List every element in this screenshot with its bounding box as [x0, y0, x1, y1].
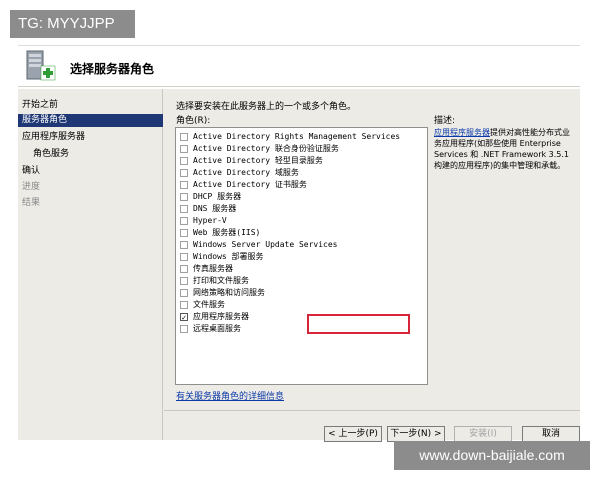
highlight-annotation	[307, 314, 410, 334]
role-label: DHCP 服务器	[193, 192, 242, 201]
more-info-link[interactable]: 有关服务器角色的详细信息	[176, 389, 284, 402]
checkbox[interactable]	[180, 229, 188, 237]
role-item[interactable]: Active Directory Rights Management Servi…	[180, 131, 400, 143]
role-label: 传真服务器	[193, 264, 233, 273]
role-item[interactable]: 打印和文件服务	[180, 275, 249, 287]
role-item[interactable]: Windows Server Update Services	[180, 239, 338, 251]
nav-item-results: 结果	[22, 198, 41, 208]
description-link[interactable]: 应用程序服务器	[434, 128, 490, 137]
role-item[interactable]: Web 服务器(IIS)	[180, 227, 260, 239]
checkbox[interactable]	[180, 181, 188, 189]
button-divider	[164, 410, 580, 411]
role-item[interactable]: 网络策略和访问服务	[180, 287, 265, 299]
role-item[interactable]: Windows 部署服务	[180, 251, 264, 263]
nav-item-progress: 进度	[22, 182, 41, 192]
role-item[interactable]: 传真服务器	[180, 263, 233, 275]
role-item[interactable]: Active Directory 域服务	[180, 167, 299, 179]
checkbox[interactable]	[180, 217, 188, 225]
checkbox[interactable]	[180, 241, 188, 249]
checkbox-checked[interactable]: ✓	[180, 313, 188, 322]
server-roles-icon	[26, 50, 56, 81]
role-label: Hyper-V	[193, 216, 227, 225]
install-button: 安装(I)	[454, 426, 512, 442]
role-label: 网络策略和访问服务	[193, 288, 265, 297]
role-label: 文件服务	[193, 300, 225, 309]
role-label: Active Directory Rights Management Servi…	[193, 132, 401, 141]
cancel-button[interactable]: 取消	[522, 426, 580, 442]
role-label: DNS 服务器	[193, 204, 237, 213]
role-item[interactable]: Active Directory 证书服务	[180, 179, 307, 191]
role-item[interactable]: Active Directory 轻型目录服务	[180, 155, 323, 167]
header-divider	[18, 86, 580, 87]
wizard-header: 选择服务器角色	[18, 45, 580, 85]
next-button[interactable]: 下一步(N) >	[387, 426, 445, 442]
roles-label: 角色(R):	[176, 116, 211, 126]
wizard-nav: 开始之前 服务器角色 应用程序服务器 角色服务 确认 进度 结果	[18, 89, 163, 440]
checkbox[interactable]	[180, 145, 188, 153]
checkbox[interactable]	[180, 277, 188, 285]
nav-item-server-roles[interactable]: 服务器角色	[18, 114, 163, 127]
role-label: 应用程序服务器	[193, 312, 249, 321]
nav-item-role-services[interactable]: 角色服务	[32, 148, 69, 161]
checkbox[interactable]	[180, 169, 188, 177]
checkbox[interactable]	[180, 289, 188, 297]
nav-item-application-server[interactable]: 应用程序服务器	[21, 131, 85, 144]
nav-item-confirmation[interactable]: 确认	[21, 165, 40, 178]
role-item[interactable]: DHCP 服务器	[180, 191, 241, 203]
role-item[interactable]: Hyper-V	[180, 215, 227, 227]
role-label: Windows 部署服务	[193, 252, 264, 261]
checkbox[interactable]	[180, 265, 188, 273]
roles-list[interactable]: Active Directory Rights Management Servi…	[175, 127, 428, 385]
nav-item-before-you-begin[interactable]: 开始之前	[21, 99, 58, 112]
role-item[interactable]: 文件服务	[180, 299, 225, 311]
wizard-content: 选择要安装在此服务器上的一个或多个角色。 角色(R): Active Direc…	[164, 89, 580, 442]
watermark-bottom: www.down-baijiale.com	[394, 441, 590, 470]
instruction-text: 选择要安装在此服务器上的一个或多个角色。	[176, 102, 357, 112]
checkbox[interactable]	[180, 193, 188, 201]
role-label: Windows Server Update Services	[193, 240, 338, 249]
role-label: 打印和文件服务	[193, 276, 249, 285]
role-label: Active Directory 轻型目录服务	[193, 156, 323, 165]
role-item[interactable]: ✓ 应用程序服务器	[180, 311, 249, 323]
description-title: 描述:	[434, 116, 456, 126]
role-label: Web 服务器(IIS)	[193, 228, 261, 237]
role-item[interactable]: 远程桌面服务	[180, 323, 241, 335]
page-title: 选择服务器角色	[70, 62, 155, 76]
role-label: Active Directory 域服务	[193, 168, 299, 177]
description-body: 应用程序服务器提供对高性能分布式业务应用程序(如那些使用 Enterprise …	[434, 127, 576, 171]
role-label: Active Directory 证书服务	[193, 180, 307, 189]
role-item[interactable]: DNS 服务器	[180, 203, 236, 215]
role-label: Active Directory 联合身份验证服务	[193, 144, 339, 153]
checkbox[interactable]	[180, 157, 188, 165]
checkbox[interactable]	[180, 253, 188, 261]
back-button[interactable]: < 上一步(P)	[324, 426, 382, 442]
checkbox[interactable]	[180, 133, 188, 141]
role-item[interactable]: Active Directory 联合身份验证服务	[180, 143, 339, 155]
checkbox[interactable]	[180, 205, 188, 213]
checkbox[interactable]	[180, 325, 188, 333]
role-label: 远程桌面服务	[193, 324, 241, 333]
watermark-top: TG: MYYJJPP	[10, 10, 135, 38]
wizard-dialog: 开始之前 服务器角色 应用程序服务器 角色服务 确认 进度 结果 选择要安装在此…	[18, 89, 580, 442]
checkbox[interactable]	[180, 301, 188, 309]
